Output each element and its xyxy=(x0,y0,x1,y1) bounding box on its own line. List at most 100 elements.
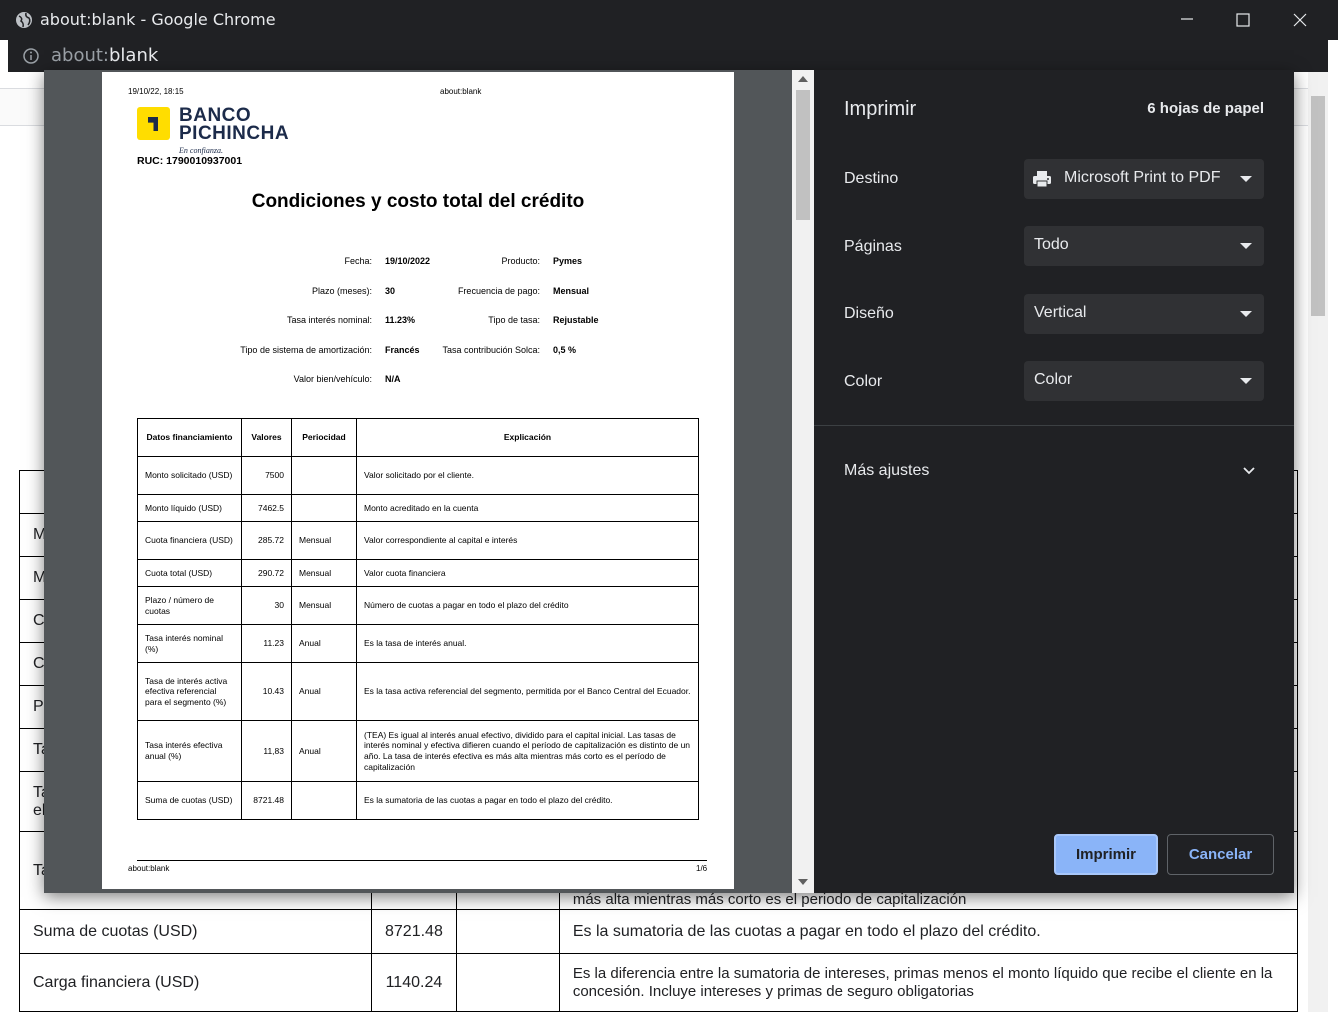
layout-select[interactable]: Vertical xyxy=(1024,294,1264,334)
close-icon[interactable] xyxy=(1278,6,1322,34)
print-title: Imprimir xyxy=(844,98,917,120)
table-cell: Es la tasa de interés anual. xyxy=(356,624,699,663)
table-header: Explicación xyxy=(356,418,699,457)
table-cell: 7500 xyxy=(241,456,292,495)
bg-cell-label: Suma de cuotas (USD) xyxy=(19,909,372,954)
color-select[interactable]: Color xyxy=(1024,361,1264,401)
field-value: Pymes xyxy=(553,256,583,266)
field-label: Producto: xyxy=(501,256,540,266)
financing-table: Datos financiamiento Valores Periocidad … xyxy=(137,418,699,820)
table-cell: 290.72 xyxy=(241,559,292,587)
table-row: Suma de cuotas (USD) 8721.48 Es la sumat… xyxy=(137,781,699,820)
table-cell: Valor correspondiente al capital e inter… xyxy=(356,521,699,560)
table-cell: (TEA) Es igual al interés anual efectivo… xyxy=(356,720,699,782)
page-header-url: about:blank xyxy=(440,87,482,96)
table-cell: 11,83 xyxy=(241,720,292,782)
pages-select[interactable]: Todo xyxy=(1024,226,1264,266)
printer-icon xyxy=(1033,171,1051,188)
table-cell: 30 xyxy=(241,586,292,625)
table-cell: 7462.5 xyxy=(241,494,292,522)
page-scrollbar[interactable] xyxy=(1308,72,1328,1012)
chevron-down-icon xyxy=(1240,243,1252,249)
info-icon[interactable] xyxy=(22,47,40,65)
sheet-count: 6 hojas de papel xyxy=(1147,100,1264,117)
minimize-icon[interactable] xyxy=(1165,6,1209,34)
table-cell: Cuota total (USD) xyxy=(137,559,242,587)
table-cell: Anual xyxy=(291,662,357,721)
document-title: Condiciones y costo total del crédito xyxy=(251,191,585,212)
table-header: Datos financiamiento xyxy=(137,418,242,457)
destination-label: Destino xyxy=(844,170,899,187)
scroll-down-icon[interactable] xyxy=(798,879,808,885)
bg-cell-value: 8721.48 xyxy=(371,909,457,954)
table-cell: 11.23 xyxy=(241,624,292,663)
chevron-down-icon xyxy=(1240,311,1252,317)
table-row: Monto líquido (USD) 7462.5 Monto acredit… xyxy=(137,494,699,522)
bg-cell-value: 1140.24 xyxy=(371,953,457,1012)
table-cell: Valor cuota financiera xyxy=(356,559,699,587)
page-header-date: 19/10/22, 18:15 xyxy=(128,87,184,96)
scroll-up-icon[interactable] xyxy=(798,76,808,82)
print-settings-panel: Imprimir 6 hojas de papel Destino Micros… xyxy=(814,70,1294,893)
table-cell: Plazo / número de cuotas xyxy=(137,586,242,625)
field-value: Rejustable xyxy=(553,315,599,325)
bg-cell-label: Carga financiera (USD) xyxy=(19,953,372,1012)
table-cell: Tasa de interés activa efectiva referenc… xyxy=(137,662,242,721)
chevron-down-icon xyxy=(1240,378,1252,384)
settings-divider xyxy=(814,425,1294,426)
table-cell: Suma de cuotas (USD) xyxy=(137,781,242,820)
preview-scrollbar-thumb[interactable] xyxy=(796,90,810,220)
table-cell: Cuota financiera (USD) xyxy=(137,521,242,560)
color-label: Color xyxy=(844,373,883,390)
cancel-button[interactable]: Cancelar xyxy=(1167,834,1274,875)
preview-scrollbar[interactable] xyxy=(792,70,814,893)
bg-cell-period xyxy=(455,953,560,1012)
table-row: Tasa de interés activa efectiva referenc… xyxy=(137,662,699,721)
bg-cell-explanation: Es la sumatoria de las cuotas a pagar en… xyxy=(558,909,1299,954)
table-cell xyxy=(291,781,357,820)
url-text[interactable]: about:blank xyxy=(51,45,158,66)
page-footer-url: about:blank xyxy=(128,864,170,873)
destination-select[interactable]: Microsoft Print to PDF xyxy=(1024,159,1264,199)
field-value: 0,5 % xyxy=(553,345,577,355)
table-cell: Mensual xyxy=(291,521,357,560)
logo-tagline: En confianza. xyxy=(179,146,223,155)
pages-label: Páginas xyxy=(844,238,902,255)
right-edge xyxy=(1328,72,1338,1020)
table-header: Periocidad xyxy=(291,418,357,457)
table-cell: Número de cuotas a pagar en todo el plaz… xyxy=(356,586,699,625)
field-label: Tipo de tasa: xyxy=(488,315,540,325)
table-row: Cuota total (USD) 290.72 Mensual Valor c… xyxy=(137,559,699,587)
table-cell: 10.43 xyxy=(241,662,292,721)
print-button[interactable]: Imprimir xyxy=(1054,834,1158,875)
logo-text-line2: PICHINCHA xyxy=(179,123,290,144)
address-bar[interactable]: about:blank xyxy=(8,40,1328,72)
title-bar: about:blank - Google Chrome xyxy=(0,0,1338,40)
print-dialog: 19/10/22, 18:15 about:blank BANCO PICHIN… xyxy=(44,70,1294,893)
layout-label: Diseño xyxy=(844,305,894,322)
bg-cell-period xyxy=(455,909,560,954)
table-cell: Mensual xyxy=(291,559,357,587)
more-settings-toggle[interactable]: Más ajustes xyxy=(844,462,929,480)
ruc-number: RUC: 1790010937001 xyxy=(137,155,243,167)
destination-value: Microsoft Print to PDF xyxy=(1064,169,1221,186)
table-cell: Anual xyxy=(291,720,357,782)
table-cell xyxy=(291,494,357,522)
table-cell: Mensual xyxy=(291,586,357,625)
table-header: Valores xyxy=(241,418,292,457)
page-scrollbar-thumb[interactable] xyxy=(1311,96,1325,316)
table-cell: Es la sumatoria de las cuotas a pagar en… xyxy=(356,781,699,820)
page-footer-rule xyxy=(137,860,707,861)
table-cell: Tasa interés nominal (%) xyxy=(137,624,242,663)
field-value: Mensual xyxy=(553,286,590,296)
table-cell: Tasa interés efectiva anual (%) xyxy=(137,720,242,782)
table-cell: Monto líquido (USD) xyxy=(137,494,242,522)
globe-icon xyxy=(16,12,32,28)
maximize-icon[interactable] xyxy=(1221,6,1265,34)
table-row: Tasa interés nominal (%) 11.23 Anual Es … xyxy=(137,624,699,663)
table-cell xyxy=(291,456,357,495)
field-label: Tasa contribución Solca: xyxy=(442,345,540,355)
table-cell: Monto acreditado en la cuenta xyxy=(356,494,699,522)
page-number: 1/6 xyxy=(696,864,708,873)
chevron-down-icon[interactable] xyxy=(1242,464,1256,478)
